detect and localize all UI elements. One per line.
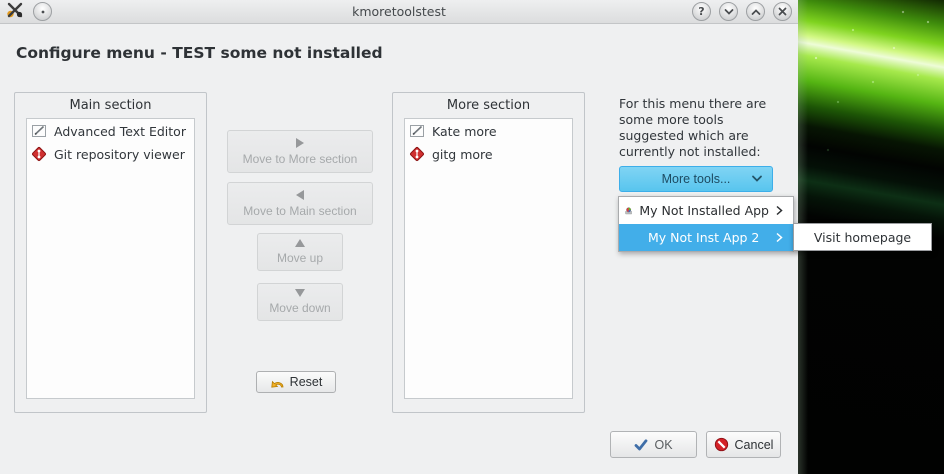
arrow-left-icon: [296, 190, 304, 200]
check-icon: [634, 439, 648, 451]
help-icon: ?: [698, 5, 704, 18]
menu-item-my-not-installed-app[interactable]: My Not Installed App: [619, 197, 793, 224]
info-line: For this menu there are: [619, 96, 766, 112]
move-down-button[interactable]: Move down: [257, 283, 343, 321]
menu-item-my-not-inst-app-2[interactable]: My Not Inst App 2: [619, 224, 793, 251]
reset-label: Reset: [290, 375, 323, 389]
info-line: some more tools: [619, 112, 766, 128]
list-item[interactable]: gitg more: [405, 142, 572, 165]
chevron-up-icon: [751, 8, 761, 16]
undo-icon: [270, 376, 285, 389]
sticky-button[interactable]: [33, 2, 52, 21]
cancel-label: Cancel: [735, 438, 774, 452]
info-line: currently not installed:: [619, 144, 766, 160]
cancel-icon: [714, 437, 729, 452]
disk-usage-icon: [625, 203, 632, 219]
menu-item-label: My Not Installed App: [639, 203, 769, 218]
submenu-arrow-icon: [776, 232, 783, 243]
arrow-right-icon: [296, 138, 304, 148]
visit-homepage-menu-item[interactable]: Visit homepage: [793, 223, 932, 251]
more-tools-label: More tools...: [662, 172, 731, 186]
more-tools-button[interactable]: More tools...: [619, 166, 773, 192]
titlebar: kmoretoolstest ?: [0, 0, 798, 24]
list-item-label: gitg more: [432, 147, 493, 162]
list-item[interactable]: Git repository viewer: [27, 142, 194, 165]
list-item[interactable]: Advanced Text Editor: [27, 119, 194, 142]
chevron-down-icon: [751, 174, 763, 183]
main-section-title: Main section: [15, 98, 206, 113]
info-line: suggested which are: [619, 128, 766, 144]
move-to-main-label: Move to Main section: [243, 204, 356, 218]
submenu-arrow-icon: [776, 205, 783, 216]
more-section-title: More section: [393, 98, 584, 113]
not-installed-info-text: For this menu there are some more tools …: [619, 96, 766, 160]
gitg-icon: [31, 146, 47, 162]
list-item-label: Kate more: [432, 124, 497, 139]
move-to-more-label: Move to More section: [243, 152, 358, 166]
kate-icon: [409, 123, 425, 139]
move-to-more-button[interactable]: Move to More section: [227, 130, 373, 173]
gitg-icon: [409, 146, 425, 162]
page-title: Configure menu - TEST some not installed: [16, 44, 383, 62]
help-button[interactable]: ?: [692, 2, 711, 21]
arrow-up-icon: [295, 239, 305, 247]
move-to-main-button[interactable]: Move to Main section: [227, 182, 373, 225]
move-up-button[interactable]: Move up: [257, 233, 343, 271]
main-section-list[interactable]: Advanced Text Editor Git repository view…: [26, 118, 195, 399]
kate-icon: [31, 123, 47, 139]
window-title: kmoretoolstest: [0, 4, 798, 19]
maximize-button[interactable]: [746, 2, 765, 21]
main-section-groupbox: Main section Advanced Text Editor Git re…: [14, 92, 207, 413]
list-item[interactable]: Kate more: [405, 119, 572, 142]
more-tools-menu: My Not Installed App My Not Inst App 2: [618, 196, 794, 252]
cancel-button[interactable]: Cancel: [706, 431, 781, 458]
move-down-label: Move down: [269, 301, 330, 315]
arrow-down-icon: [295, 289, 305, 297]
more-section-list[interactable]: Kate more gitg more: [404, 118, 573, 399]
move-up-label: Move up: [277, 251, 323, 265]
menu-item-label: My Not Inst App 2: [648, 230, 759, 245]
close-button[interactable]: [773, 2, 792, 21]
reset-button[interactable]: Reset: [256, 371, 336, 393]
more-section-groupbox: More section Kate more gitg more: [392, 92, 585, 413]
chevron-down-icon: [724, 8, 734, 16]
list-item-label: Advanced Text Editor: [54, 124, 186, 139]
app-icon: [6, 1, 24, 22]
submenu-item-label: Visit homepage: [814, 230, 911, 245]
ok-button[interactable]: OK: [610, 431, 697, 458]
ok-label: OK: [654, 438, 672, 452]
close-icon: [778, 7, 787, 16]
list-item-label: Git repository viewer: [54, 147, 185, 162]
minimize-button[interactable]: [719, 2, 738, 21]
